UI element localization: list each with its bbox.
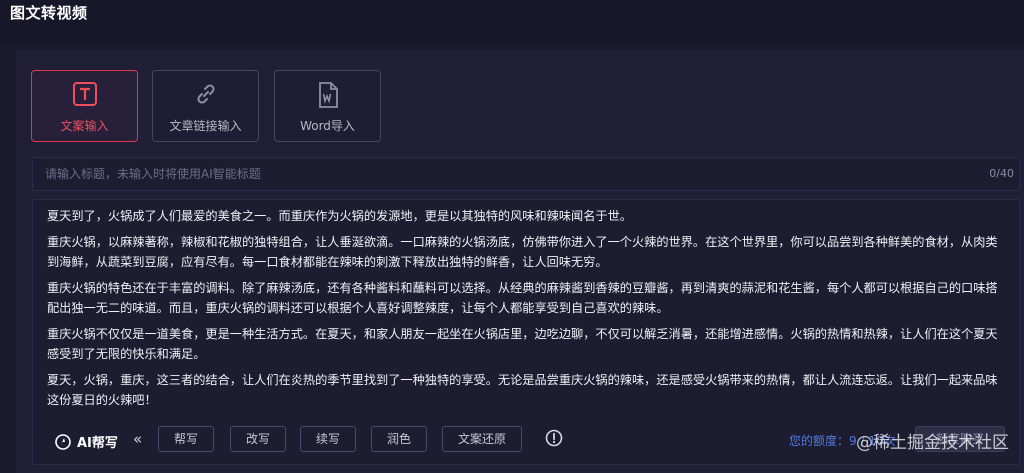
mode-label: Word导入 bbox=[300, 119, 355, 133]
ai-help-label: AI帮写 bbox=[77, 436, 118, 451]
page-title: 图文转视频 bbox=[10, 4, 88, 22]
info-icon[interactable] bbox=[545, 429, 563, 447]
help-write-button[interactable]: 帮写 bbox=[158, 426, 214, 452]
mode-article-link[interactable]: 文章链接输入 bbox=[152, 70, 259, 142]
mode-label: 文案输入 bbox=[60, 119, 109, 133]
mode-text-input[interactable]: 文案输入 bbox=[31, 70, 138, 142]
text-t-icon bbox=[72, 82, 97, 106]
editor-content[interactable]: 夏天到了，火锅成了人们最爱的美食之一。而重庆作为火锅的发源地，更是以其独特的风味… bbox=[47, 206, 1003, 416]
ai-logo-icon bbox=[55, 433, 71, 450]
mode-word-import[interactable]: Word导入 bbox=[274, 70, 381, 142]
quota-label: 您的额度： bbox=[789, 434, 850, 448]
word-file-icon bbox=[318, 82, 338, 108]
polish-button[interactable]: 润色 bbox=[371, 426, 427, 452]
title-input[interactable] bbox=[32, 157, 1020, 191]
title-char-count: 0/40 bbox=[989, 167, 1014, 180]
ai-help[interactable]: AI帮写 bbox=[55, 432, 118, 451]
top-bar: 图文转视频 bbox=[0, 0, 1024, 44]
mode-label: 文章链接输入 bbox=[169, 119, 242, 133]
paragraph: 重庆火锅的特色还在于丰富的调料。除了麻辣汤底，还有各种酱料和蘸料可以选择。从经典… bbox=[47, 281, 998, 315]
paragraph: 重庆火锅，以麻辣著称，辣椒和花椒的独特组合，让人垂涎欲滴。一口麻辣的火锅汤底，仿… bbox=[47, 235, 998, 269]
continue-write-button[interactable]: 续写 bbox=[300, 426, 356, 452]
paragraph: 重庆火锅不仅仅是一道美食，更是一种生活方式。在夏天，和家人朋友一起坐在火锅店里，… bbox=[47, 327, 998, 361]
watermark: @稀土掘金技术社区 bbox=[856, 433, 1009, 453]
link-icon bbox=[196, 84, 215, 104]
paragraph: 夏天，火锅，重庆，这三者的结合，让人们在炎热的季节里找到了一种独特的享受。无论是… bbox=[47, 373, 998, 407]
restore-text-button[interactable]: 文案还原 bbox=[442, 426, 522, 452]
rewrite-button[interactable]: 改写 bbox=[230, 426, 286, 452]
content-editor[interactable]: 夏天到了，火锅成了人们最爱的美食之一。而重庆作为火锅的发源地，更是以其独特的风味… bbox=[32, 199, 1020, 465]
paragraph: 夏天到了，火锅成了人们最爱的美食之一。而重庆作为火锅的发源地，更是以其独特的风味… bbox=[47, 209, 632, 223]
collapse-button[interactable]: « bbox=[133, 430, 142, 448]
